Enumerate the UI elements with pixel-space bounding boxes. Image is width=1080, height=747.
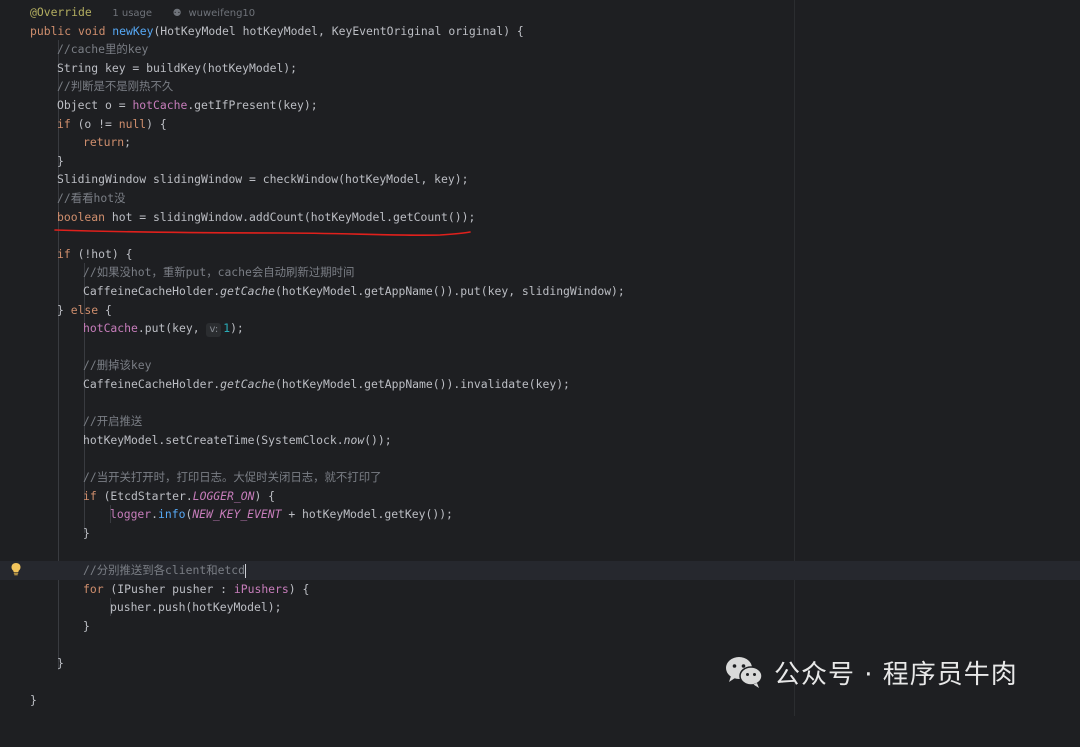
watermark: 公众号 · 程序员牛肉 <box>724 650 1018 694</box>
code-editor[interactable]: @Override 1 usage ⚉ wuweifeng10 public v… <box>0 0 1080 716</box>
watermark-text: 公众号 · 程序员牛肉 <box>774 659 1018 690</box>
wechat-icon <box>726 657 763 688</box>
lightbulb-icon[interactable] <box>10 562 22 576</box>
red-underline-annotation <box>54 229 471 237</box>
